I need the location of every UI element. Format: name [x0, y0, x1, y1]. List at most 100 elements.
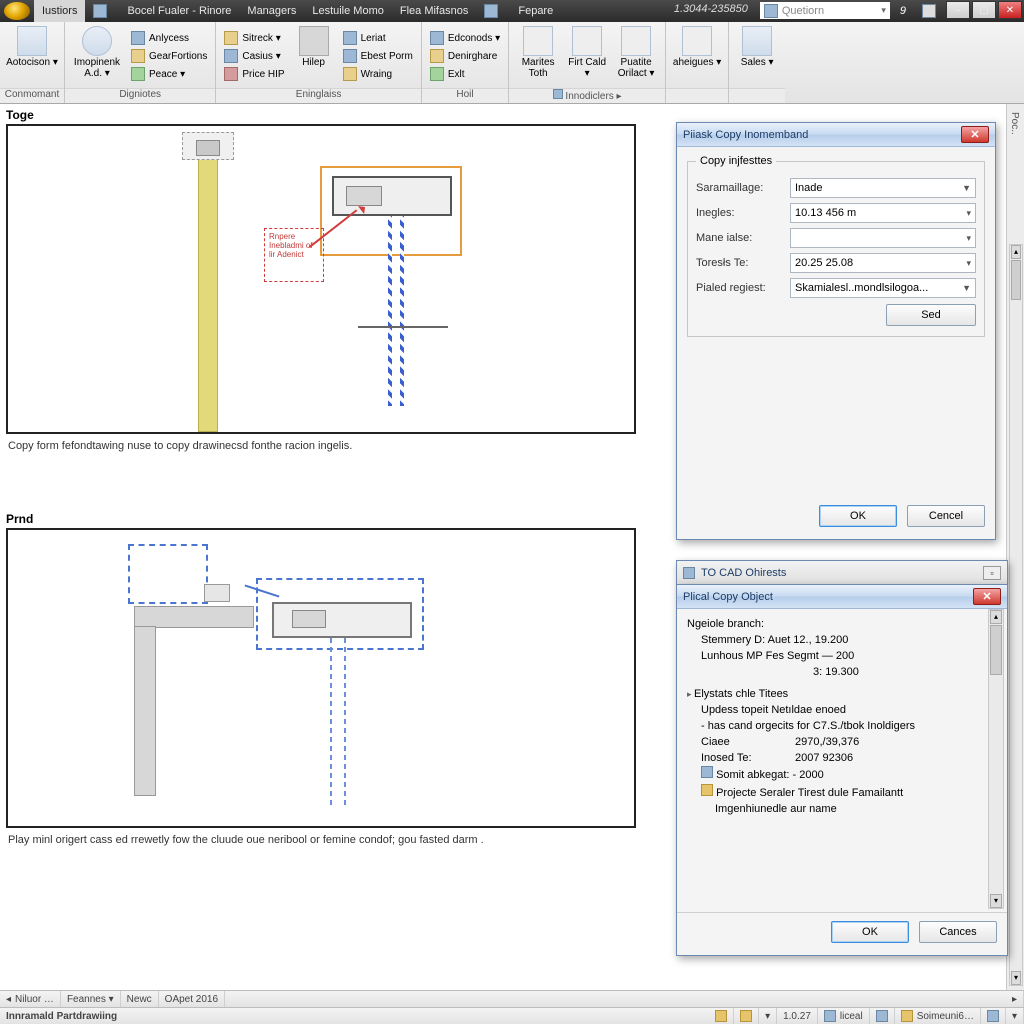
dialog-titlebar[interactable]: Piiask Copy Inomemband ✕ — [677, 123, 995, 147]
compass-icon — [523, 26, 553, 56]
big-button[interactable]: Hilep — [293, 24, 335, 88]
preview-bottom[interactable] — [6, 528, 636, 828]
dialog-close-button[interactable]: ✕ — [973, 588, 1001, 605]
grid-icon — [740, 1010, 752, 1022]
view-tab[interactable]: OApet 2016 — [159, 991, 225, 1007]
right-collapsed-panel[interactable]: Poc.. ▴ ▾ — [1006, 104, 1024, 990]
small-button[interactable]: Wraing — [341, 66, 415, 82]
ghost-pole — [330, 638, 332, 808]
menu-item-4[interactable]: Lestuile Momo — [304, 0, 392, 22]
dialog-restore-button[interactable]: ▫ — [983, 566, 1001, 580]
scroll-down-icon[interactable]: ▾ — [990, 894, 1002, 908]
sed-button[interactable]: Sed — [886, 304, 976, 326]
small-button[interactable]: Denirghare — [428, 48, 502, 64]
menu-item-3[interactable]: Managers — [239, 0, 304, 22]
app-orb-icon[interactable] — [4, 2, 30, 20]
dropdown[interactable]: ▾ — [790, 228, 976, 248]
maximize-button[interactable]: ▢ — [972, 1, 996, 19]
small-button[interactable]: Peace ▾ — [129, 66, 209, 82]
group-caption — [729, 88, 785, 103]
status-tool[interactable]: ▾ — [1006, 1008, 1024, 1024]
dialog-titlebar[interactable]: TO CAD Ohirests ▫ — [677, 561, 1007, 585]
status-tool[interactable] — [870, 1008, 895, 1024]
cancel-button[interactable]: Cencel — [907, 505, 985, 527]
scroll-up-icon[interactable]: ▴ — [1011, 245, 1021, 259]
menu-item-2[interactable]: Bocel Fualer - Rinore — [119, 0, 239, 22]
status-tool[interactable]: ▾ — [759, 1008, 777, 1024]
bolt-icon — [224, 31, 238, 45]
small-button[interactable]: Price HIP — [222, 66, 286, 82]
minimize-button[interactable]: – — [946, 1, 970, 19]
big-button[interactable]: Firt Cald ▾ — [567, 24, 607, 88]
bell-icon — [922, 4, 936, 18]
small-button[interactable]: Ebest Porm — [341, 48, 415, 64]
small-button[interactable]: Casius ▾ — [222, 48, 286, 64]
status-scale[interactable]: 1.0.27 — [777, 1008, 818, 1024]
group-caption: Innodiclers ▸ — [509, 88, 665, 103]
view-tab-bar: ◂ Niluor … Feannes ▾ Newc OApet 2016 ▸ — [0, 990, 1024, 1007]
panel-tab[interactable]: Poc.. — [1007, 104, 1022, 143]
status-tool[interactable]: Soimeuni6… — [895, 1008, 981, 1024]
cancel-button[interactable]: Cances — [919, 921, 997, 943]
ok-button[interactable]: OK — [819, 505, 897, 527]
dropdown[interactable]: Skamialesl..mondlsilogoa...▼ — [790, 278, 976, 298]
notification-icon[interactable] — [914, 0, 944, 22]
tree-line: Updess topeit Netıldae enoed — [701, 703, 985, 719]
small-button[interactable]: GearFortions — [129, 48, 209, 64]
big-button[interactable]: Marites Toth — [515, 24, 561, 88]
status-text: Innramald Partdrawiing — [0, 1008, 123, 1024]
status-tool[interactable]: liceal — [818, 1008, 870, 1024]
group-caption: Digniotes — [65, 88, 215, 103]
doc-icon — [701, 766, 713, 778]
tree-group[interactable]: Elystats chle Titees — [687, 687, 985, 703]
tool-icon — [299, 26, 329, 56]
menu-item-7[interactable]: Fepare — [510, 0, 561, 22]
scroll-thumb[interactable] — [990, 625, 1002, 675]
view-tab[interactable]: ◂ Niluor … — [0, 991, 61, 1007]
tree-kv: Inosed Te:2007 92306 — [701, 751, 985, 767]
scroll-thumb[interactable] — [1011, 260, 1021, 300]
form-row: Mane ialse: ▾ — [696, 228, 976, 248]
dialog-titlebar[interactable]: Plical Copy Object ✕ — [677, 585, 1007, 609]
view-tab[interactable]: Newc — [121, 991, 159, 1007]
menu-item-1[interactable] — [85, 0, 119, 22]
help-badge[interactable]: 9 — [892, 0, 914, 22]
menu-item-5[interactable]: Flea Mifasnos — [392, 0, 476, 22]
view-scroll[interactable]: ▸ — [1006, 991, 1024, 1007]
tree-leaf[interactable]: Projecte Seraler Tirest dule Famailantt — [701, 784, 985, 802]
scroll-up-icon[interactable]: ▴ — [990, 610, 1002, 624]
big-button[interactable]: Puatite Orilact ▾ — [613, 24, 659, 88]
small-button[interactable]: Exlt — [428, 66, 502, 82]
scroll-down-icon[interactable]: ▾ — [1011, 971, 1021, 985]
preview-top[interactable]: Rnpere Inebladmi of lir Adenict — [6, 124, 636, 434]
menu-item-6[interactable] — [476, 0, 510, 22]
triangle-icon — [621, 26, 651, 56]
big-button[interactable]: aheigues ▾ — [672, 24, 722, 88]
ok-button[interactable]: OK — [831, 921, 909, 943]
status-tool[interactable] — [981, 1008, 1006, 1024]
view-tab[interactable]: Feannes ▾ — [61, 991, 121, 1007]
dropdown[interactable]: 10.13 456 m▾ — [790, 203, 976, 223]
big-button[interactable]: Imopinenk A.d. ▾ — [71, 24, 123, 88]
status-tool[interactable] — [734, 1008, 759, 1024]
dialog-close-button[interactable]: ✕ — [961, 126, 989, 143]
small-button[interactable]: Edconods ▾ — [428, 30, 502, 46]
big-button[interactable]: Sales ▾ — [735, 24, 779, 88]
status-tool[interactable] — [709, 1008, 734, 1024]
tree-line: 3: 19.300 — [701, 665, 985, 681]
ribbon-group-1: Imopinenk A.d. ▾ Anlycess GearFortions P… — [65, 22, 216, 103]
tree-leaf[interactable]: Somit abkegat: - 2000 — [701, 766, 985, 784]
close-button[interactable]: ✕ — [998, 1, 1022, 19]
big-button[interactable]: Aotocison ▾ — [6, 24, 58, 88]
small-button[interactable]: Leriat — [341, 30, 415, 46]
dropdown[interactable]: 20.25 25.08▾ — [790, 253, 976, 273]
tree-view[interactable]: Ngeiole branch: Stemmery D: Auet 12., 19… — [677, 609, 1007, 909]
small-button[interactable]: Sitreck ▾ — [222, 30, 286, 46]
form-row: Inegles: 10.13 456 m▾ — [696, 203, 976, 223]
small-button[interactable]: Anlycess — [129, 30, 209, 46]
dropdown[interactable]: Inade▼ — [790, 178, 976, 198]
help-search[interactable]: Quetiorn ▾ — [760, 2, 890, 19]
scrollbar[interactable]: ▴ ▾ — [1009, 244, 1023, 986]
menu-item-0[interactable]: Iustiors — [34, 0, 85, 22]
scrollbar[interactable]: ▴ ▾ — [988, 609, 1004, 909]
